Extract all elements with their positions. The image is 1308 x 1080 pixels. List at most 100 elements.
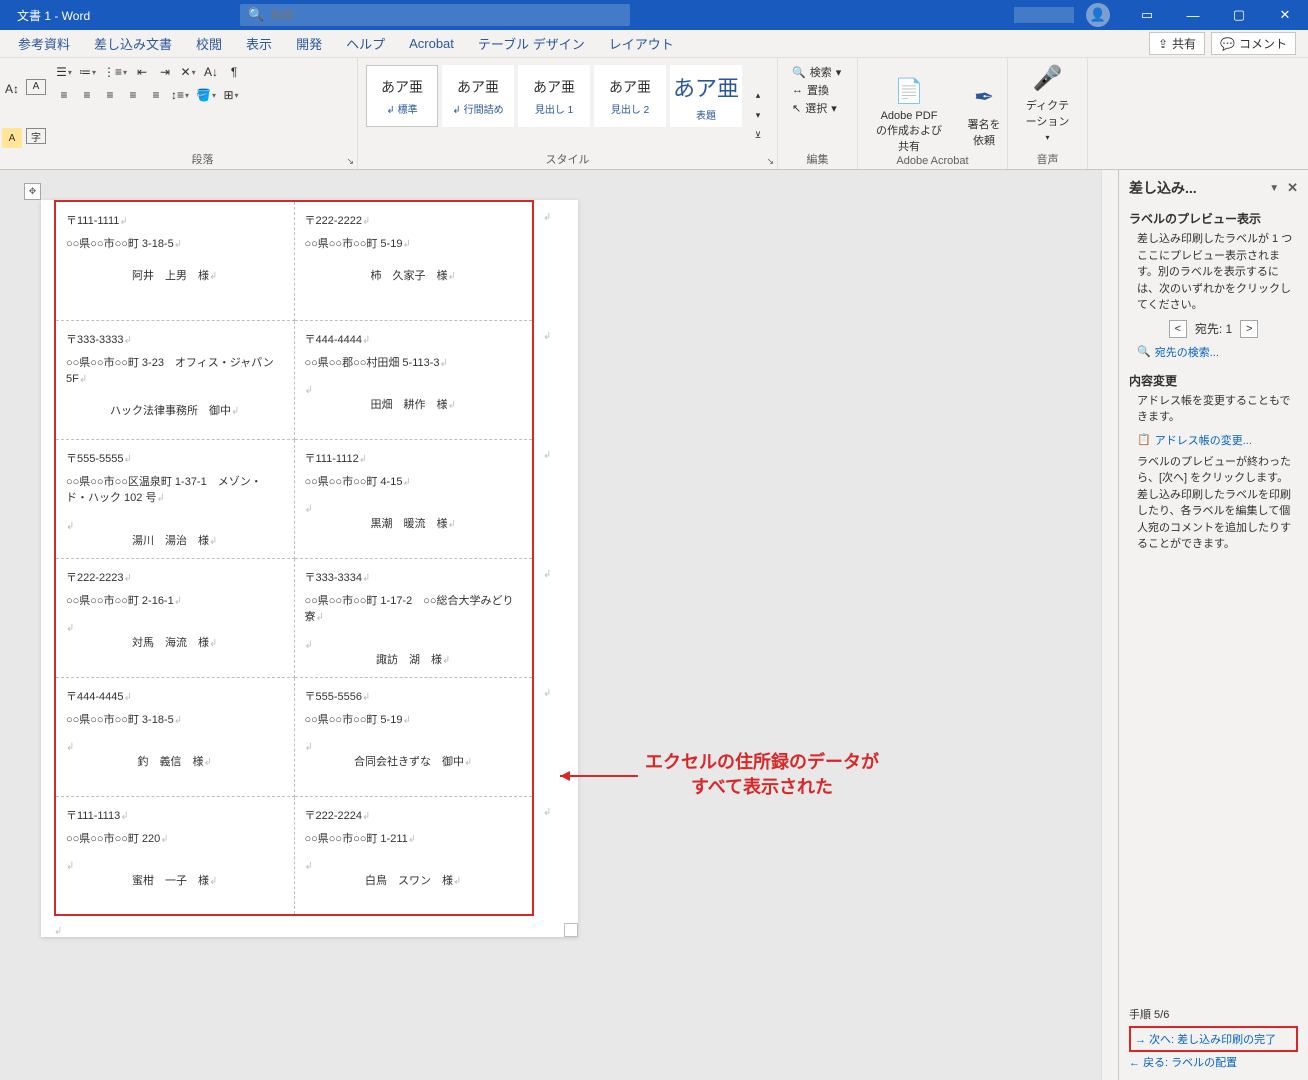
select-button[interactable]: ↖選択▾: [792, 100, 843, 116]
decrease-indent-icon[interactable]: ⇤: [132, 62, 152, 82]
label-cell[interactable]: 〒222-2222↲○○県○○市○○町 5-19↲柿 久家子 様↲↲: [294, 201, 533, 320]
edit-addressbook-link[interactable]: 📋アドレス帳の変更...: [1129, 432, 1298, 448]
next-recipient-button[interactable]: >: [1240, 320, 1258, 338]
tab-references[interactable]: 参考資料: [6, 34, 82, 53]
increase-indent-icon[interactable]: ⇥: [155, 62, 175, 82]
char-shading-icon[interactable]: A: [2, 128, 22, 148]
step-indicator: 手順 5/6: [1129, 1006, 1298, 1022]
style-title[interactable]: あア亜表題: [670, 65, 742, 127]
borders-icon[interactable]: ⊞▾: [221, 85, 241, 105]
style-no-spacing[interactable]: あア亜↲ 行間詰め: [442, 65, 514, 127]
styles-more-down-icon[interactable]: ▾: [748, 106, 768, 126]
label-cell[interactable]: 〒444-4445↲○○県○○市○○町 3-18-5↲↲釣 義信 様↲: [55, 677, 294, 796]
vertical-scrollbar[interactable]: [1101, 170, 1118, 1080]
group-label-edit: 編集: [778, 151, 857, 167]
label-cell[interactable]: 〒222-2224↲○○県○○市○○町 1-211↲↲白鳥 スワン 様↲↲: [294, 796, 533, 915]
next-step-link[interactable]: → 次へ: 差し込み印刷の完了: [1129, 1026, 1298, 1052]
label-cell[interactable]: 〒222-2223↲○○県○○市○○町 2-16-1↲↲対馬 海流 様↲: [55, 558, 294, 677]
show-marks-icon[interactable]: ¶: [224, 62, 244, 82]
ribbon-clipboard-partial: A↕A A字: [0, 58, 48, 169]
find-recipient-icon: 🔍: [1137, 345, 1151, 358]
style-heading2[interactable]: あア亜見出し 2: [594, 65, 666, 127]
tab-table-design[interactable]: テーブル デザイン: [466, 34, 597, 53]
maximize-button[interactable]: ▢: [1216, 0, 1262, 30]
preview-section-body: 差し込み印刷したラベルが 1 つここにプレビュー表示されます。別のラベルを表示す…: [1129, 231, 1298, 314]
label-table: 〒111-1111↲○○県○○市○○町 3-18-5↲阿井 上男 様↲ 〒222…: [54, 200, 534, 916]
ribbon-group-acrobat: 📄Adobe PDF の作成および共有 ✒署名を依頼 Adobe Acrobat: [858, 58, 1008, 169]
ribbon-group-voice: 🎤ディクテーション▾ 音声: [1008, 58, 1088, 169]
label-cell[interactable]: 〒111-1112↲○○県○○市○○町 4-15↲↲黒潮 暖流 様↲↲: [294, 439, 533, 558]
style-normal[interactable]: あア亜↲ 標準: [366, 65, 438, 127]
ribbon-display-icon[interactable]: ▭: [1124, 0, 1170, 30]
tab-layout[interactable]: レイアウト: [597, 34, 686, 53]
tab-mailings[interactable]: 差し込み文書: [82, 34, 184, 53]
styles-launcher-icon[interactable]: ↘: [766, 156, 774, 167]
tab-developer[interactable]: 開発: [284, 34, 334, 53]
style-heading1[interactable]: あア亜見出し 1: [518, 65, 590, 127]
label-cell[interactable]: 〒333-3333↲○○県○○市○○町 3-23 オフィス・ジャパン5F↲ハック…: [55, 320, 294, 439]
back-step-link[interactable]: ← 戻る: ラベルの配置: [1129, 1054, 1298, 1070]
edit-addressbook-icon: 📋: [1137, 433, 1151, 446]
group-label-acrobat: Adobe Acrobat: [858, 155, 1007, 167]
asian-layout-icon[interactable]: ✕▾: [178, 62, 198, 82]
pane-close-icon[interactable]: ✕: [1287, 180, 1298, 196]
find-button[interactable]: 🔍検索▾: [792, 64, 843, 80]
prev-recipient-button[interactable]: <: [1169, 320, 1187, 338]
group-label-paragraph: 段落: [48, 151, 357, 167]
label-cell[interactable]: 〒111-1113↲○○県○○市○○町 220↲↲蜜柑 一子 様↲: [55, 796, 294, 915]
table-resize-handle[interactable]: [564, 923, 578, 937]
tab-acrobat[interactable]: Acrobat: [397, 36, 466, 51]
bullets-icon[interactable]: ☰▾: [54, 62, 74, 82]
minimize-button[interactable]: —: [1170, 0, 1216, 30]
styles-more-up-icon[interactable]: ▴: [748, 86, 768, 106]
char-border-icon[interactable]: 字: [26, 128, 46, 144]
document-area[interactable]: ✥ 〒111-1111↲○○県○○市○○町 3-18-5↲阿井 上男 様↲ 〒2…: [0, 170, 1101, 1080]
user-avatar[interactable]: 👤: [1086, 3, 1110, 27]
align-distribute-icon[interactable]: ≡: [146, 85, 166, 105]
replace-button[interactable]: ↔置換: [792, 82, 843, 98]
enclose-icon[interactable]: A: [26, 79, 46, 95]
text-direction-icon[interactable]: A↕: [2, 79, 22, 99]
paragraph-launcher-icon[interactable]: ↘: [346, 156, 354, 167]
label-cell[interactable]: 〒111-1111↲○○県○○市○○町 3-18-5↲阿井 上男 様↲: [55, 201, 294, 320]
next-instructions: ラベルのプレビューが終わったら、[次へ] をクリックします。差し込み印刷したラベ…: [1129, 454, 1298, 553]
line-spacing-icon[interactable]: ↕≡▾: [169, 85, 191, 105]
multilevel-icon[interactable]: ⋮≡▾: [101, 62, 129, 82]
shading-icon[interactable]: 🪣▾: [194, 85, 218, 105]
edit-section-body: アドレス帳を変更することもできます。: [1129, 393, 1298, 426]
ribbon-group-styles: あア亜↲ 標準 あア亜↲ 行間詰め あア亜見出し 1 あア亜見出し 2 あア亜表…: [358, 58, 778, 169]
mail-merge-pane: 差し込み... ▼ ✕ ラベルのプレビュー表示 差し込み印刷したラベルが 1 つ…: [1118, 170, 1308, 1080]
search-icon: 🔍: [248, 7, 264, 23]
edit-section-title: 内容変更: [1129, 372, 1298, 389]
comment-button[interactable]: 💬コメント: [1211, 32, 1296, 55]
label-cell[interactable]: 〒444-4444↲○○県○○郡○○村田畑 5-113-3↲↲田畑 耕作 様↲↲: [294, 320, 533, 439]
align-left-icon[interactable]: ≡: [54, 85, 74, 105]
request-signature-button[interactable]: ✒署名を依頼: [954, 62, 1014, 169]
label-cell[interactable]: 〒333-3334↲○○県○○市○○町 1-17-2 ○○総合大学みどり寮↲↲諏…: [294, 558, 533, 677]
ribbon: A↕A A字 ☰▾ ≔▾ ⋮≡▾ ⇤ ⇥ ✕▾ A↓ ¶ ≡ ≡ ≡ ≡ ≡ ↕…: [0, 58, 1308, 170]
pane-title: 差し込み...: [1129, 178, 1197, 198]
create-pdf-button[interactable]: 📄Adobe PDF の作成および共有: [864, 62, 954, 169]
styles-expand-icon[interactable]: ⊻: [748, 126, 768, 146]
align-justify-icon[interactable]: ≡: [123, 85, 143, 105]
select-icon: ↖: [792, 102, 801, 115]
align-right-icon[interactable]: ≡: [100, 85, 120, 105]
find-recipient-link[interactable]: 🔍宛先の検索...: [1129, 344, 1298, 360]
search-input[interactable]: [270, 8, 622, 22]
account-name-blurred: [1014, 7, 1074, 23]
numbering-icon[interactable]: ≔▾: [77, 62, 98, 82]
align-center-icon[interactable]: ≡: [77, 85, 97, 105]
table-move-handle[interactable]: ✥: [24, 183, 41, 200]
label-cell[interactable]: 〒555-5556↲○○県○○市○○町 5-19↲↲合同会社きずな 御中↲↲: [294, 677, 533, 796]
dictate-button[interactable]: 🎤ディクテーション▾: [1014, 62, 1081, 144]
tab-help[interactable]: ヘルプ: [334, 34, 397, 53]
share-button[interactable]: ⇪共有: [1149, 32, 1205, 55]
tab-view[interactable]: 表示: [234, 34, 284, 53]
pane-menu-icon[interactable]: ▼: [1269, 183, 1279, 194]
label-cell[interactable]: 〒555-5555↲○○県○○市○○区温泉町 1-37-1 メゾン・ド・ハック …: [55, 439, 294, 558]
close-button[interactable]: ✕: [1262, 0, 1308, 30]
search-box[interactable]: 🔍: [240, 4, 630, 26]
title-bar: 文書 1 - Word 🔍 👤 ▭ — ▢ ✕: [0, 0, 1308, 30]
tab-review[interactable]: 校閲: [184, 34, 234, 53]
sort-icon[interactable]: A↓: [201, 62, 221, 82]
